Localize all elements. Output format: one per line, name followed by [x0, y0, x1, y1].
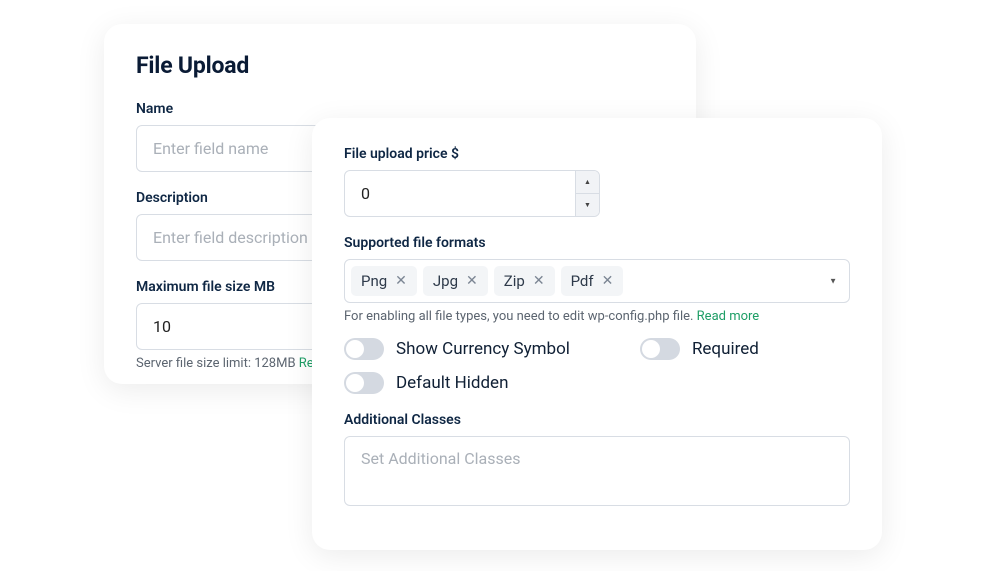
format-tag-png: Png✕ — [351, 266, 417, 296]
additional-classes-label: Additional Classes — [344, 412, 850, 428]
toggle-currency-row: Show Currency Symbol — [344, 338, 570, 360]
toggle-group: Show Currency Symbol Required Default Hi… — [344, 338, 850, 394]
close-icon[interactable]: ✕ — [395, 273, 407, 289]
price-input[interactable] — [344, 170, 600, 217]
default-hidden-toggle[interactable] — [344, 372, 384, 394]
price-label: File upload price $ — [344, 146, 850, 162]
currency-symbol-label: Show Currency Symbol — [396, 339, 570, 359]
formats-label: Supported file formats — [344, 235, 850, 251]
formats-note: For enabling all file types, you need to… — [344, 309, 850, 324]
price-stepper: ▲ ▼ — [575, 171, 599, 216]
toggle-required-row: Required — [640, 338, 759, 360]
price-field: File upload price $ ▲ ▼ — [344, 146, 850, 217]
stepper-down-button[interactable]: ▼ — [576, 194, 599, 216]
page-title: File Upload — [136, 52, 664, 79]
file-upload-card-secondary: File upload price $ ▲ ▼ Supported file f… — [312, 118, 882, 550]
default-hidden-label: Default Hidden — [396, 373, 508, 393]
toggle-hidden-row: Default Hidden — [344, 372, 850, 394]
required-label: Required — [692, 339, 759, 359]
close-icon[interactable]: ✕ — [602, 273, 614, 289]
read-more-link[interactable]: Read more — [697, 309, 760, 324]
stepper-up-button[interactable]: ▲ — [576, 171, 599, 194]
additional-classes-field: Additional Classes — [344, 412, 850, 510]
formats-field: Supported file formats Png✕ Jpg✕ Zip✕ Pd… — [344, 235, 850, 324]
formats-multiselect[interactable]: Png✕ Jpg✕ Zip✕ Pdf✕ ▼ — [344, 259, 850, 303]
format-tag-pdf: Pdf✕ — [561, 266, 624, 296]
name-label: Name — [136, 101, 664, 117]
format-tag-jpg: Jpg✕ — [423, 266, 488, 296]
currency-symbol-toggle[interactable] — [344, 338, 384, 360]
close-icon[interactable]: ✕ — [466, 273, 478, 289]
format-tag-zip: Zip✕ — [494, 266, 555, 296]
required-toggle[interactable] — [640, 338, 680, 360]
additional-classes-input[interactable] — [344, 436, 850, 506]
close-icon[interactable]: ✕ — [533, 273, 545, 289]
chevron-down-icon: ▼ — [829, 277, 837, 286]
